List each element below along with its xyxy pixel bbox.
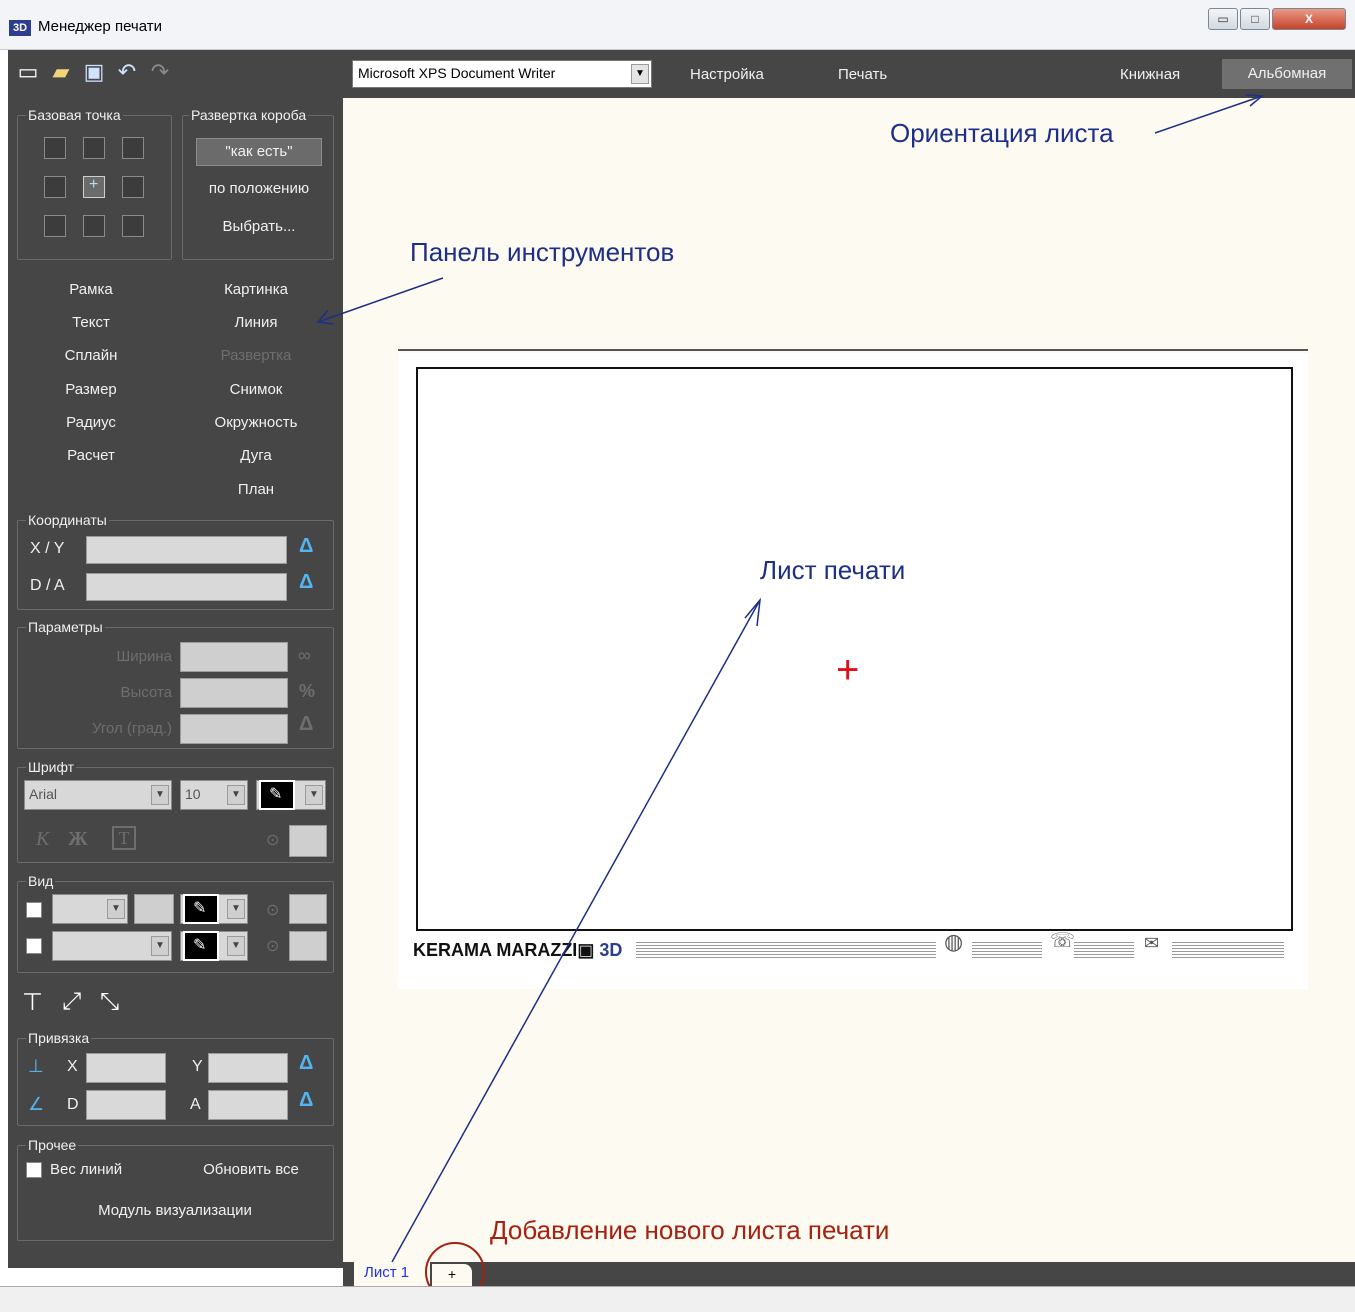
arrow-orientation [1154, 95, 1263, 134]
tab-sheet-1[interactable]: Лист 1 [354, 1262, 430, 1286]
annotation-arrows [316, 94, 1264, 1263]
arrow-toolbar [317, 277, 444, 323]
arrow-sheet [391, 599, 761, 1263]
sheet-tabbar [343, 1262, 1355, 1286]
status-bar [0, 1286, 1355, 1312]
